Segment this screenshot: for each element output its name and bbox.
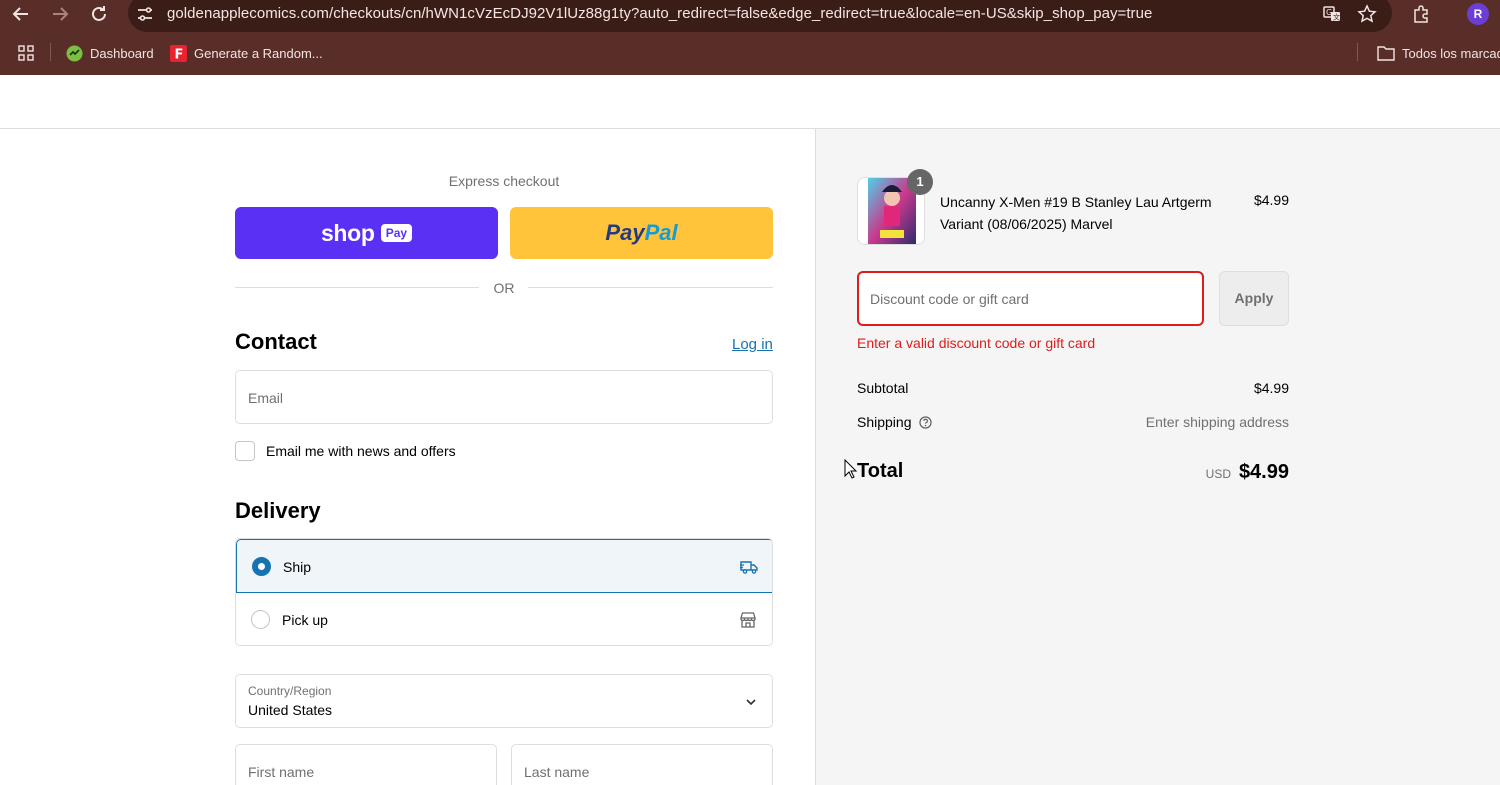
- subtotal-value: $4.99: [1253, 380, 1289, 396]
- forward-button[interactable]: [48, 2, 72, 26]
- chevron-down-icon: [746, 699, 756, 706]
- bookmarks-bar: Dashboard F Generate a Random... Todos l…: [0, 38, 1500, 68]
- apps-grid-icon: [18, 45, 34, 61]
- email-placeholder: Email: [248, 390, 284, 406]
- shop-pay-pill: Pay: [380, 224, 413, 242]
- pickup-radio[interactable]: [251, 610, 270, 629]
- mouse-cursor-icon: [844, 459, 858, 479]
- or-text: OR: [493, 280, 515, 296]
- shipping-value: Enter shipping address: [1145, 414, 1289, 430]
- bookmark-star-icon[interactable]: [1357, 4, 1377, 24]
- f-favicon-icon: F: [170, 44, 187, 62]
- shop-pay-logo: shop: [320, 219, 375, 246]
- checkout-header: [0, 75, 1500, 129]
- profile-avatar[interactable]: R: [1467, 3, 1489, 25]
- product-name: Uncanny X-Men #19 B Stanley Lau Artgerm …: [940, 194, 1212, 232]
- total-currency: USD: [1205, 467, 1231, 481]
- delivery-title: Delivery: [235, 498, 321, 523]
- product-price: $4.99: [1253, 192, 1289, 208]
- shipping-label: Shipping: [857, 414, 912, 430]
- translate-icon[interactable]: G文: [1322, 4, 1342, 24]
- site-settings-icon[interactable]: [136, 5, 154, 23]
- address-bar-row: goldenapplecomics.com/checkouts/cn/hWN1c…: [0, 0, 1500, 32]
- back-button[interactable]: [9, 2, 33, 26]
- ship-radio[interactable]: [252, 557, 271, 576]
- checkout-main: Express checkout shop Pay Pay Pal OR Cont…: [0, 129, 815, 785]
- ship-label: Ship: [283, 559, 312, 575]
- bookmark-label: Dashboard: [90, 45, 154, 61]
- contact-title: Contact: [235, 329, 317, 354]
- paypal-logo-part1: Pay: [605, 220, 645, 245]
- delivery-option-ship[interactable]: Ship: [236, 539, 772, 593]
- paypal-button[interactable]: Pay Pal: [510, 207, 773, 259]
- newsletter-checkbox[interactable]: [235, 441, 255, 461]
- apply-discount-button[interactable]: Apply: [1219, 271, 1289, 326]
- last-name-field[interactable]: Last name: [511, 744, 773, 785]
- country-region-label: Country/Region: [248, 684, 332, 698]
- last-name-placeholder: Last name: [524, 764, 590, 780]
- discount-code-input[interactable]: Discount code or gift card: [857, 271, 1204, 326]
- folder-icon: [1377, 46, 1395, 61]
- order-summary: 1 Uncanny X-Men #19 B Stanley Lau Artger…: [815, 129, 1500, 785]
- discount-error-message: Enter a valid discount code or gift card: [857, 335, 1096, 351]
- first-name-field[interactable]: First name: [235, 744, 497, 785]
- country-region-value: United States: [248, 702, 333, 718]
- svg-text:F: F: [175, 47, 184, 62]
- divider-line: [528, 287, 773, 288]
- shop-pay-button[interactable]: shop Pay: [235, 207, 498, 259]
- express-checkout-label: Express checkout: [448, 173, 560, 189]
- delivery-method-group: Ship Pick up: [235, 538, 773, 646]
- dashboard-favicon-icon: [66, 45, 83, 61]
- bookmark-label: Generate a Random...: [194, 45, 323, 61]
- country-region-select[interactable]: Country/Region United States: [235, 674, 773, 728]
- forward-arrow-icon: [53, 7, 69, 21]
- bookmark-dashboard[interactable]: Dashboard: [66, 41, 154, 65]
- newsletter-label[interactable]: Email me with news and offers: [266, 443, 456, 459]
- back-arrow-icon: [12, 7, 28, 21]
- reload-button[interactable]: [87, 2, 111, 26]
- bookmark-generate-random[interactable]: F Generate a Random...: [170, 41, 323, 65]
- shipping-row-label: Shipping: [857, 414, 933, 430]
- reload-icon: [92, 6, 106, 21]
- truck-icon: [740, 561, 758, 574]
- bookmark-divider: [1357, 43, 1358, 61]
- subtotal-label: Subtotal: [857, 380, 909, 396]
- pickup-label: Pick up: [282, 612, 328, 628]
- delivery-option-pickup[interactable]: Pick up: [236, 593, 772, 645]
- paypal-logo-part2: Pal: [644, 220, 678, 245]
- quantity-badge: 1: [907, 169, 933, 195]
- browser-chrome: goldenapplecomics.com/checkouts/cn/hWN1c…: [0, 0, 1500, 75]
- or-divider: OR: [235, 279, 773, 297]
- all-bookmarks-folder[interactable]: Todos los marcad: [1377, 41, 1500, 65]
- store-icon: [740, 612, 756, 628]
- bookmark-divider: [50, 43, 51, 61]
- total-value: $4.99: [1238, 461, 1289, 483]
- help-circle-icon[interactable]: [919, 416, 933, 429]
- total-label: Total: [857, 460, 904, 482]
- all-bookmarks-label: Todos los marcad: [1402, 45, 1500, 61]
- extensions-icon[interactable]: [1411, 4, 1431, 24]
- login-link[interactable]: Log in: [732, 336, 773, 353]
- first-name-placeholder: First name: [248, 764, 315, 780]
- svg-text:文: 文: [1333, 13, 1340, 22]
- apps-button[interactable]: [17, 41, 35, 65]
- email-field[interactable]: Email: [235, 370, 773, 424]
- discount-placeholder: Discount code or gift card: [870, 291, 1029, 307]
- url-text[interactable]: goldenapplecomics.com/checkouts/cn/hWN1c…: [167, 5, 1152, 22]
